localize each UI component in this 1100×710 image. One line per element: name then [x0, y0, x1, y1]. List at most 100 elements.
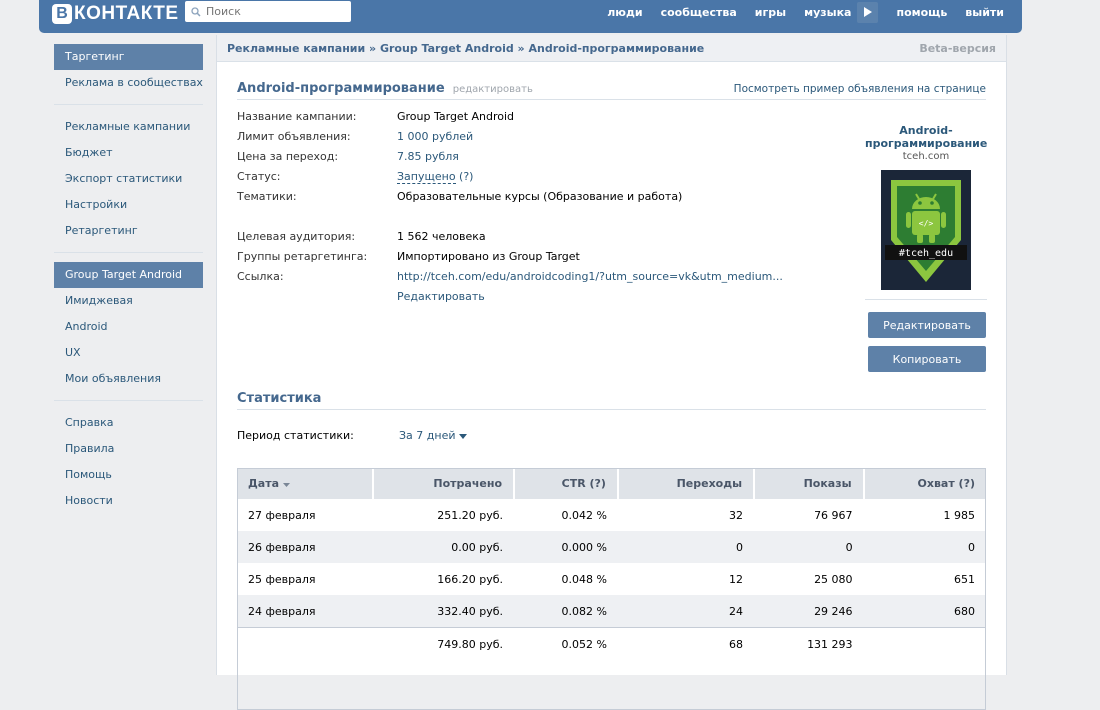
- prop-value: 1 562 человека: [397, 230, 486, 243]
- cell-impressions: 25 080: [814, 572, 853, 586]
- sidebar-item-community-ads[interactable]: Реклама в сообществах: [54, 70, 203, 96]
- period-value: За 7 дней: [399, 429, 456, 442]
- logo-text: КОНТАКТЕ: [74, 3, 179, 24]
- stats-table: Дата Потрачено CTR (?) Переходы Показы О…: [237, 468, 986, 660]
- prop-value[interactable]: 1 000 рублей: [397, 130, 473, 143]
- cell-date: 26 февраля: [237, 531, 374, 563]
- edit-ad-button[interactable]: Редактировать: [868, 312, 986, 338]
- nav-people[interactable]: люди: [607, 6, 642, 19]
- sidebar-item-help[interactable]: Помощь: [54, 462, 203, 488]
- table-row: 26 февраля 0.00 руб. 0.000 % 0 0 0: [237, 531, 986, 563]
- breadcrumb-path[interactable]: Рекламные кампании » Group Target Androi…: [227, 42, 704, 55]
- sidebar-item-reference[interactable]: Справка: [54, 410, 203, 436]
- prop-value: Образовательные курсы (Образование и раб…: [397, 190, 683, 203]
- sidebar-item-retargeting[interactable]: Ретаргетинг: [54, 218, 203, 244]
- table-row: 24 февраля 332.40 руб. 0.082 % 24 29 246…: [237, 595, 986, 628]
- sidebar-item-my-ads[interactable]: Мои объявления: [54, 366, 203, 392]
- sidebar-item-campaigns[interactable]: Рекламные кампании: [54, 114, 203, 140]
- cell-date: 25 февраля: [248, 572, 316, 586]
- ad-preview-title[interactable]: Android-программирование: [865, 124, 987, 150]
- cell-clicks: 24: [617, 595, 755, 628]
- sidebar-item-budget[interactable]: Бюджет: [54, 140, 203, 166]
- prop-label: Название кампании:: [237, 110, 357, 123]
- chevron-down-icon: [459, 434, 467, 439]
- prop-value: Group Target Android: [397, 110, 515, 123]
- main-panel: Рекламные кампании » Group Target Androi…: [216, 35, 1007, 710]
- prop-label: Ссылка:: [237, 270, 284, 283]
- prop-value[interactable]: 7.85 рубля: [397, 150, 459, 163]
- table-header-row: Дата Потрачено CTR (?) Переходы Показы О…: [237, 468, 986, 499]
- prop-label: Целевая аудитория:: [237, 230, 356, 243]
- cell-reach: 0: [863, 531, 986, 563]
- col-date[interactable]: Дата: [237, 468, 375, 499]
- copy-ad-button[interactable]: Копировать: [868, 346, 986, 372]
- cell-spent: 251.20 руб.: [437, 508, 504, 522]
- status-help-link[interactable]: (?): [459, 170, 473, 183]
- ad-preview-image[interactable]: </> #tceh_edu: [881, 170, 971, 290]
- sidebar-item-targeting[interactable]: Таргетинг: [54, 44, 203, 70]
- nav-games[interactable]: игры: [755, 6, 786, 19]
- search-input[interactable]: [204, 4, 348, 19]
- col-date-label: Дата: [248, 477, 280, 490]
- sort-desc-icon: [282, 483, 290, 487]
- sidebar-item-export[interactable]: Экспорт статистики: [54, 166, 203, 192]
- cell-impressions: 29 246: [754, 595, 864, 628]
- cell-impressions: 76 967: [814, 508, 853, 522]
- play-icon[interactable]: [857, 1, 879, 23]
- nav-music[interactable]: музыка: [804, 6, 851, 19]
- status-dropdown[interactable]: Запущено: [397, 170, 456, 184]
- ad-preview: Android-программирование tceh.com </> #t…: [865, 124, 987, 300]
- total-spent: 749.80 руб.: [373, 627, 515, 660]
- nav-logout[interactable]: выйти: [965, 6, 1004, 19]
- col-ctr[interactable]: CTR (?): [514, 468, 619, 499]
- prop-label: Лимит объявления:: [237, 130, 351, 143]
- cell-ctr: 0.000 %: [514, 531, 618, 563]
- col-clicks[interactable]: Переходы: [617, 468, 756, 499]
- cell-spent: 0.00 руб.: [373, 531, 515, 563]
- cell-reach: 1 985: [943, 508, 976, 522]
- total-date: [237, 627, 374, 660]
- sidebar-item-rules[interactable]: Правила: [54, 436, 203, 462]
- ad-url-link[interactable]: http://tceh.com/edu/androidcoding1/?utm_…: [397, 270, 783, 283]
- total-clicks: 68: [617, 627, 755, 660]
- sidebar-divider: [54, 400, 203, 401]
- sidebar-item-ux[interactable]: UX: [54, 340, 203, 366]
- sidebar-item-android[interactable]: Android: [54, 314, 203, 340]
- sidebar-divider: [54, 252, 203, 253]
- breadcrumb: Рекламные кампании » Group Target Androi…: [217, 35, 1006, 62]
- cell-reach: 680: [863, 595, 986, 628]
- period-select[interactable]: За 7 дней: [399, 429, 467, 442]
- total-reach: [863, 627, 986, 660]
- col-spent[interactable]: Потрачено: [373, 468, 516, 499]
- nav-help[interactable]: помощь: [896, 6, 947, 19]
- total-ctr: 0.052 %: [514, 627, 618, 660]
- cell-clicks: 12: [729, 572, 744, 586]
- top-bar: В КОНТАКТЕ люди сообщества игры музыка п…: [39, 0, 1022, 33]
- cell-date: 27 февраля: [248, 508, 316, 522]
- edit-link[interactable]: Редактировать: [397, 290, 485, 303]
- sidebar-item-image[interactable]: Имиджевая: [54, 288, 203, 314]
- table-row: 27 февраля 251.20 руб. 0.042 % 32 76 967…: [237, 499, 986, 531]
- vk-logo[interactable]: В КОНТАКТЕ: [52, 2, 179, 26]
- edit-title-link[interactable]: редактировать: [453, 84, 533, 95]
- logo-mark: В: [52, 4, 72, 24]
- sidebar-item-settings[interactable]: Настройки: [54, 192, 203, 218]
- preview-link[interactable]: Посмотреть пример объявления на странице: [734, 83, 986, 95]
- cell-reach: 651: [954, 572, 975, 586]
- cell-impressions: 0: [754, 531, 864, 563]
- cell-ctr: 0.048 %: [561, 572, 607, 586]
- top-nav: люди сообщества игры музыка помощь выйти: [589, 0, 1004, 24]
- search-box[interactable]: [185, 1, 351, 22]
- prop-label: Статус:: [237, 170, 281, 183]
- nav-communities[interactable]: сообщества: [661, 6, 737, 19]
- col-impressions[interactable]: Показы: [754, 468, 865, 499]
- cell-clicks: 0: [617, 531, 755, 563]
- prop-label: Тематики:: [237, 190, 297, 203]
- sidebar-divider: [54, 104, 203, 105]
- table-total-row: 749.80 руб. 0.052 % 68 131 293: [237, 627, 986, 660]
- sidebar-item-news[interactable]: Новости: [54, 488, 203, 514]
- col-reach[interactable]: Охват (?): [863, 468, 986, 499]
- sidebar-item-group-target-android[interactable]: Group Target Android: [54, 262, 203, 288]
- beta-label: Beta-версия: [919, 41, 996, 55]
- total-impressions: 131 293: [754, 627, 864, 660]
